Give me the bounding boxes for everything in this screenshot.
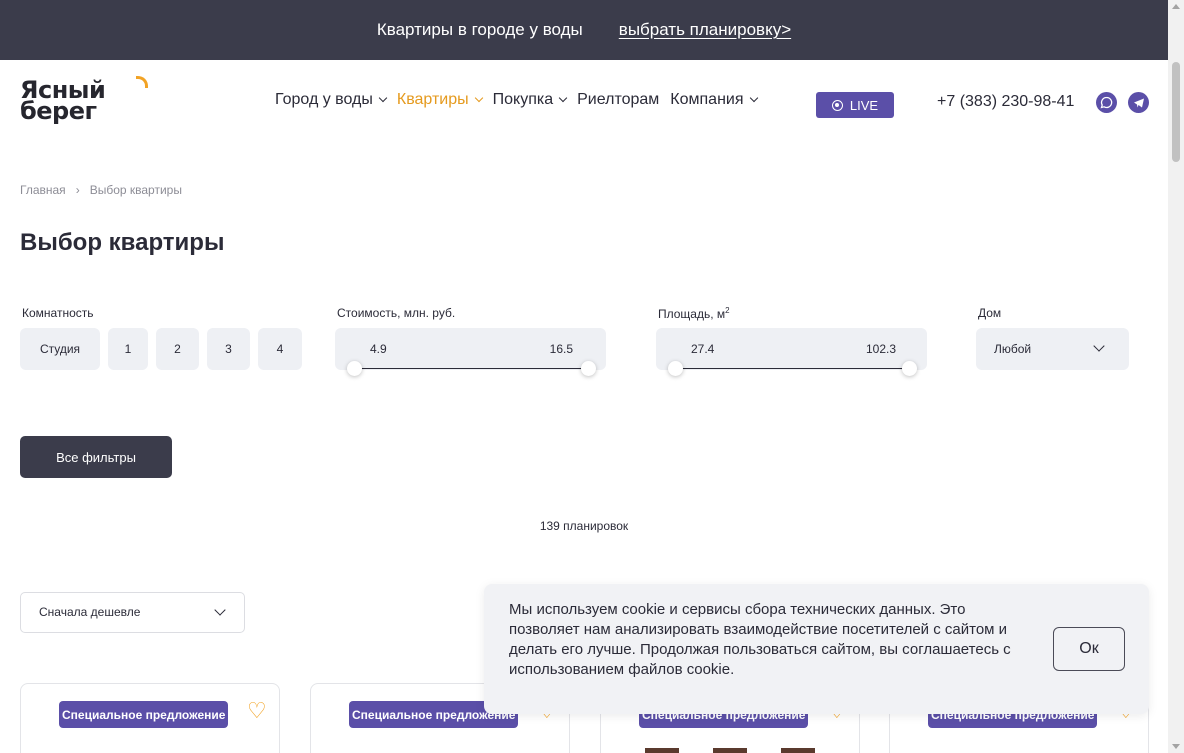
breadcrumb-current: Выбор квартиры	[89, 183, 182, 197]
area-min-handle[interactable]	[668, 361, 683, 376]
house-select[interactable]: Любой	[976, 328, 1129, 370]
room-option-4[interactable]: 4	[258, 328, 302, 370]
promo-bar: Квартиры в городе у воды выбрать планиро…	[0, 0, 1168, 60]
nav-item-label: Город у воды	[275, 91, 373, 108]
price-max-handle[interactable]	[581, 361, 596, 376]
sort-select[interactable]: Сначала дешевле	[20, 592, 245, 633]
main-nav: Город у воды Квартиры Покупка Риелторам …	[275, 91, 768, 109]
area-max-handle[interactable]	[902, 361, 917, 376]
rooms-filter: Студия 1 2 3 4	[20, 328, 310, 370]
scroll-down-arrow-icon[interactable]	[1172, 744, 1180, 749]
heart-icon[interactable]: ♡	[247, 700, 267, 722]
scroll-up-arrow-icon[interactable]	[1172, 4, 1180, 9]
logo-sun-icon	[136, 76, 148, 88]
room-option-2[interactable]: 2	[156, 328, 199, 370]
area-slider-track[interactable]	[676, 368, 909, 369]
cookie-text: Мы используем cookie и сервисы сбора тех…	[509, 601, 1011, 678]
area-range-slider[interactable]: 27.4 102.3	[656, 328, 927, 376]
area-min-value: 27.4	[691, 342, 715, 356]
whatsapp-icon[interactable]	[1096, 92, 1117, 113]
choose-layout-link[interactable]: выбрать планировку>	[619, 20, 791, 40]
room-option-studio[interactable]: Студия	[20, 328, 100, 370]
price-range-slider[interactable]: 4.9 16.5	[335, 328, 606, 376]
cookie-ok-button[interactable]: Ок	[1053, 627, 1125, 671]
page-title: Выбор квартиры	[20, 229, 225, 256]
room-option-3[interactable]: 3	[207, 328, 250, 370]
price-min-value: 4.9	[370, 342, 387, 356]
telegram-icon[interactable]	[1128, 92, 1149, 113]
floor-plan-preview	[645, 748, 815, 753]
nav-item-label: Покупка	[492, 91, 554, 108]
webcam-icon	[831, 99, 843, 111]
nav-item-realtors[interactable]: Риелторам	[577, 91, 659, 109]
nav-item-purchase[interactable]: Покупка	[492, 91, 568, 109]
logo-line-2: берег	[20, 97, 97, 125]
page-scrollbar[interactable]	[1168, 0, 1184, 753]
scrollbar-thumb[interactable]	[1172, 62, 1180, 162]
breadcrumb-separator-icon: ›	[75, 183, 80, 197]
phone-number[interactable]: +7 (383) 230-98-41	[937, 93, 1074, 111]
area-filter-label: Площадь, м2	[658, 306, 730, 321]
apartment-card[interactable]: Специальное предложение ♡	[20, 683, 280, 753]
site-header: Ясный берег Город у воды Квартиры Покупк…	[0, 60, 1168, 150]
nav-item-label: Квартиры	[396, 91, 469, 108]
nav-item-label: Компания	[670, 91, 744, 108]
price-filter-label: Стоимость, млн. руб.	[337, 306, 456, 320]
live-label: LIVE	[849, 97, 879, 113]
room-option-1[interactable]: 1	[108, 328, 148, 370]
logo[interactable]: Ясный берег	[20, 76, 148, 125]
results-count: 139 планировок	[539, 519, 629, 533]
nav-item-city[interactable]: Город у воды	[275, 91, 388, 109]
nav-item-label: Риелторам	[577, 91, 660, 108]
rooms-filter-label: Комнатность	[22, 306, 94, 320]
breadcrumb-home[interactable]: Главная	[20, 183, 66, 197]
breadcrumb: Главная › Выбор квартиры	[20, 183, 182, 197]
chevron-down-icon	[749, 93, 758, 103]
live-button[interactable]: LIVE	[816, 92, 894, 118]
promo-text: Квартиры в городе у воды	[376, 20, 583, 39]
chevron-down-icon	[214, 604, 226, 616]
chevron-down-icon	[1093, 340, 1105, 352]
sort-select-value: Сначала дешевле	[39, 605, 141, 619]
all-filters-button[interactable]: Все фильтры	[20, 436, 172, 478]
house-select-value: Любой	[994, 342, 1032, 356]
nav-item-apartments[interactable]: Квартиры	[396, 91, 483, 109]
house-filter-label: Дом	[978, 306, 1002, 320]
chevron-down-icon	[378, 93, 388, 103]
price-slider-track[interactable]	[355, 368, 588, 369]
chevron-down-icon	[558, 93, 568, 103]
chevron-down-icon	[474, 93, 483, 103]
price-min-handle[interactable]	[347, 361, 362, 376]
price-max-value: 16.5	[549, 342, 573, 356]
cookie-banner: Мы используем cookie и сервисы сбора тех…	[484, 584, 1149, 714]
nav-item-company[interactable]: Компания	[670, 91, 758, 109]
area-max-value: 102.3	[865, 342, 896, 356]
special-offer-badge: Специальное предложение	[59, 701, 229, 728]
